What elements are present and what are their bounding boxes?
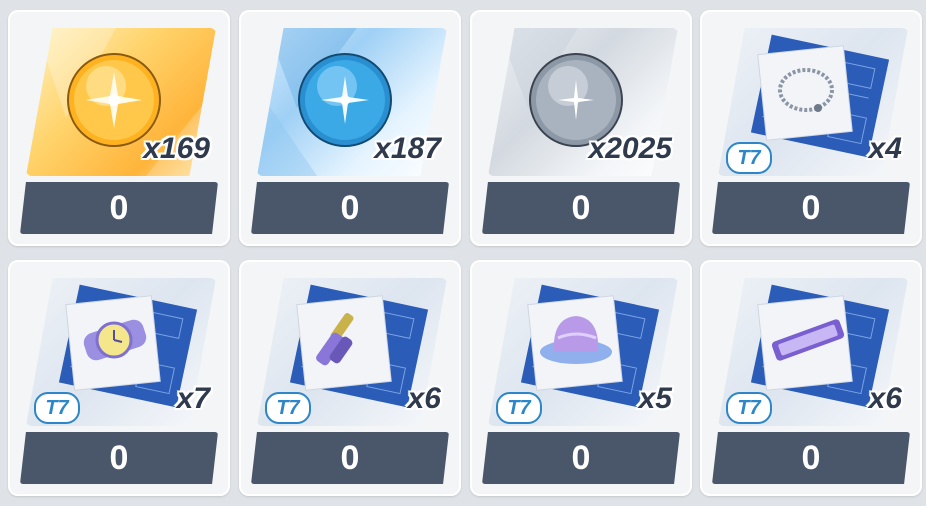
tier-badge: T7 bbox=[496, 392, 542, 424]
item-quantity: x187 bbox=[374, 132, 441, 165]
item-card-gold-sphere[interactable]: x169 0 bbox=[8, 10, 230, 246]
item-count-bar[interactable]: 0 bbox=[251, 182, 449, 234]
item-count-bar[interactable]: 0 bbox=[482, 432, 680, 484]
item-count-bar[interactable]: 0 bbox=[20, 182, 218, 234]
item-count-bar[interactable]: 0 bbox=[712, 182, 910, 234]
item-grid: x169 0 x187 0 x2025 0 T7 x4 0 T7 x7 0 T7… bbox=[0, 0, 926, 506]
item-card-hairpin-blueprint[interactable]: T7 x6 0 bbox=[239, 260, 461, 496]
item-quantity: x4 bbox=[868, 132, 902, 165]
item-card-hat-blueprint[interactable]: T7 x5 0 bbox=[470, 260, 692, 496]
item-card-bracelet-blueprint[interactable]: T7 x4 0 bbox=[700, 10, 922, 246]
item-quantity: x6 bbox=[407, 382, 441, 415]
tier-badge: T7 bbox=[265, 392, 311, 424]
item-quantity: x5 bbox=[638, 382, 672, 415]
item-quantity: x7 bbox=[176, 382, 210, 415]
tier-badge: T7 bbox=[726, 142, 772, 174]
item-card-silver-sphere[interactable]: x2025 0 bbox=[470, 10, 692, 246]
item-count-bar[interactable]: 0 bbox=[20, 432, 218, 484]
tier-badge: T7 bbox=[726, 392, 772, 424]
item-count-bar[interactable]: 0 bbox=[251, 432, 449, 484]
tier-badge: T7 bbox=[34, 392, 80, 424]
item-card-watch-blueprint[interactable]: T7 x7 0 bbox=[8, 260, 230, 496]
item-card-badge-blueprint[interactable]: T7 x6 0 bbox=[700, 260, 922, 496]
item-card-blue-sphere[interactable]: x187 0 bbox=[239, 10, 461, 246]
item-quantity: x169 bbox=[143, 132, 210, 165]
item-count-bar[interactable]: 0 bbox=[712, 432, 910, 484]
item-count-bar[interactable]: 0 bbox=[482, 182, 680, 234]
item-quantity: x6 bbox=[868, 382, 902, 415]
item-quantity: x2025 bbox=[588, 132, 672, 165]
